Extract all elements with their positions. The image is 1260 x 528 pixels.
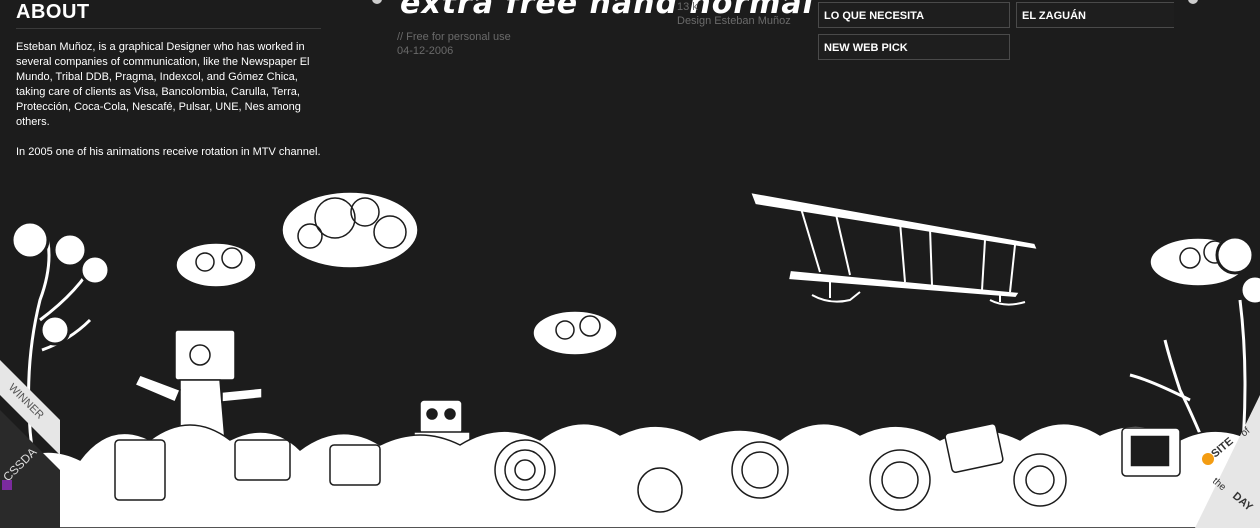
cssda-logo-icon [2,480,12,490]
cloud-large [281,191,419,269]
cloud-small-left [175,242,257,288]
foliage-ground [0,423,1260,528]
illustration-scene: WINNER CSSDA SITE of the DAY [0,190,1260,528]
cloud-middle [532,310,618,356]
biplane-illustration [748,190,1040,306]
tree-left [10,220,111,471]
